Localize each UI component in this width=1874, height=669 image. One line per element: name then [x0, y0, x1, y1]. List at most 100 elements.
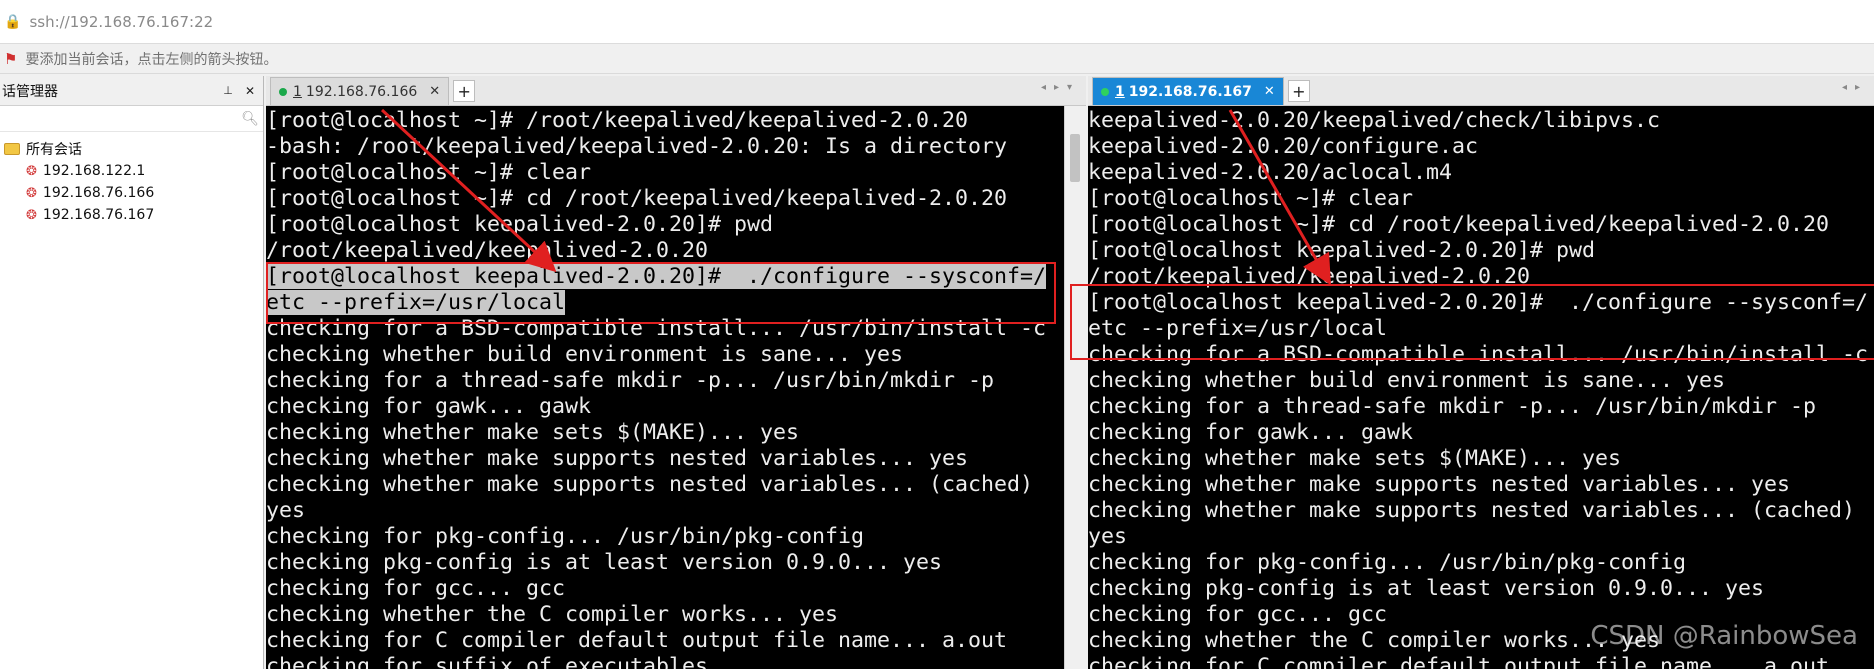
terminal-line: checking whether make supports nested va… — [266, 472, 1064, 498]
session-item-label: 192.168.122.1 — [42, 163, 146, 179]
terminal-line: etc --prefix=/usr/local — [1088, 316, 1874, 342]
terminal-line-text: [root@localhost keepalived-2.0.20]# ./co… — [266, 264, 1047, 289]
terminal-line-text: checking for pkg-config... /usr/bin/pkg-… — [1088, 550, 1687, 575]
terminal-line-text: checking for gcc... gcc — [266, 576, 566, 601]
session-item[interactable]: ❂ 192.168.76.166 — [0, 182, 263, 204]
close-icon[interactable]: ✕ — [1264, 84, 1275, 99]
terminal-line: [root@localhost ~]# clear — [266, 160, 1064, 186]
terminal-line: checking for suffix of executables... — [266, 654, 1064, 669]
session-item[interactable]: ❂ 192.168.122.1 — [0, 160, 263, 182]
search-icon[interactable]: 🔍︎ — [241, 111, 259, 127]
tab-session-166[interactable]: 1 192.168.76.166 ✕ — [270, 77, 450, 105]
terminal-line-text: yes — [266, 498, 306, 523]
terminal-output[interactable]: [root@localhost ~]# /root/keepalived/kee… — [266, 106, 1064, 669]
terminal-line-text: [root@localhost ~]# /root/keepalived/kee… — [266, 108, 969, 133]
right-terminal-pane: 1 192.168.76.167 ✕ + ◂▸ keepalived-2.0.2… — [1070, 76, 1874, 669]
session-manager-title: 话管理器 — [2, 83, 58, 100]
terminal-line-text: checking for a thread-safe mkdir -p... /… — [1088, 394, 1817, 419]
terminal-line: [root@localhost ~]# clear — [1088, 186, 1874, 212]
tab-scroll-arrows[interactable]: ◂▸ — [1842, 82, 1868, 93]
terminal-line-text: checking whether make sets $(MAKE)... ye… — [266, 420, 800, 445]
terminal-line: checking for a BSD-compatible install...… — [266, 316, 1064, 342]
flag-icon[interactable]: ⚑ — [4, 50, 17, 68]
folder-icon — [4, 143, 20, 155]
terminal-line-text: checking whether make supports nested va… — [1088, 498, 1856, 523]
terminal-line-text: checking whether the C compiler works...… — [1088, 628, 1661, 653]
tab-label: 192.168.76.167 — [1128, 83, 1252, 100]
session-item-label: 192.168.76.167 — [42, 207, 155, 223]
terminal-line: [root@localhost keepalived-2.0.20]# pwd — [266, 212, 1064, 238]
hint-bar: ⚑ 要添加当前会话，点击左侧的箭头按钮。 — [0, 44, 1874, 74]
terminal-line: yes — [266, 498, 1064, 524]
terminal-line-text: -bash: /root/keepalived/keepalived-2.0.2… — [266, 134, 1008, 159]
terminal-line: /root/keepalived/keepalived-2.0.20 — [1088, 264, 1874, 290]
tab-session-167[interactable]: 1 192.168.76.167 ✕ — [1092, 77, 1284, 105]
terminal-line: checking for a thread-safe mkdir -p... /… — [266, 368, 1064, 394]
terminal-line: checking for C compiler default output f… — [266, 628, 1064, 654]
session-search[interactable]: 🔍︎ — [0, 106, 263, 132]
lock-icon: 🔒 — [4, 13, 22, 30]
session-tree: 所有会话 ❂ 192.168.122.1 ❂ 192.168.76.166 ❂ … — [0, 132, 263, 226]
terminal-line: checking for pkg-config... /usr/bin/pkg-… — [266, 524, 1064, 550]
left-terminal-pane: 1 192.168.76.166 ✕ + ◂▸▾ [root@localhost… — [266, 76, 1086, 669]
terminal-line-text: [root@localhost ~]# cd /root/keepalived/… — [1088, 212, 1830, 237]
terminal-line-text: checking whether build environment is sa… — [266, 342, 904, 367]
terminal-line-text: keepalived-2.0.20/aclocal.m4 — [1088, 160, 1453, 185]
session-icon: ❂ — [26, 207, 37, 223]
pin-icon[interactable]: ⊥ — [219, 84, 237, 97]
terminal-line: checking pkg-config is at least version … — [1088, 576, 1874, 602]
terminal-output[interactable]: keepalived-2.0.20/keepalived/check/libip… — [1088, 106, 1874, 669]
tab-scroll-arrows[interactable]: ◂▸▾ — [1041, 82, 1080, 93]
hint-text: 要添加当前会话，点击左侧的箭头按钮。 — [25, 51, 278, 68]
terminal-line: [root@localhost ~]# cd /root/keepalived/… — [266, 186, 1064, 212]
close-icon[interactable]: ✕ — [429, 84, 440, 99]
terminal-line: checking whether build environment is sa… — [1088, 368, 1874, 394]
terminal-line: checking whether build environment is sa… — [266, 342, 1064, 368]
terminal-line-text: /root/keepalived/keepalived-2.0.20 — [1088, 264, 1531, 289]
terminal-line: checking for a thread-safe mkdir -p... /… — [1088, 394, 1874, 420]
address-bar[interactable]: 🔒 ssh://192.168.76.167:22 — [0, 0, 1874, 44]
plus-icon[interactable]: + — [1287, 80, 1310, 102]
scrollbar-thumb[interactable] — [1070, 134, 1080, 182]
terminal-line-text: keepalived-2.0.20/configure.ac — [1088, 134, 1479, 159]
scrollbar[interactable] — [1064, 106, 1086, 669]
left-tab-bar: 1 192.168.76.166 ✕ + ◂▸▾ — [266, 76, 1086, 106]
terminal-line: checking for gawk... gawk — [266, 394, 1064, 420]
session-manager-header: 话管理器 ⊥ ✕ — [0, 76, 263, 106]
terminal-line: [root@localhost ~]# cd /root/keepalived/… — [1088, 212, 1874, 238]
terminal-line: -bash: /root/keepalived/keepalived-2.0.2… — [266, 134, 1064, 160]
terminal-line: checking whether make sets $(MAKE)... ye… — [266, 420, 1064, 446]
terminal-line: keepalived-2.0.20/keepalived/check/libip… — [1088, 108, 1874, 134]
tab-number: 1 — [1115, 83, 1125, 100]
terminal-line-text: checking for gawk... gawk — [1088, 420, 1414, 445]
plus-icon[interactable]: + — [453, 80, 476, 102]
terminal-line: checking whether make sets $(MAKE)... ye… — [1088, 446, 1874, 472]
terminal-line-text: checking pkg-config is at least version … — [266, 550, 943, 575]
terminal-line: [root@localhost keepalived-2.0.20]# ./co… — [266, 264, 1064, 290]
tree-root-label: 所有会话 — [26, 142, 82, 158]
terminal-line-text: checking for a BSD-compatible install...… — [266, 316, 1047, 341]
terminal-line-text: checking for a thread-safe mkdir -p... /… — [266, 368, 995, 393]
terminal-line-text: checking for pkg-config... /usr/bin/pkg-… — [266, 524, 865, 549]
terminal-line: checking pkg-config is at least version … — [266, 550, 1064, 576]
terminal-line-text: checking for suffix of executables... — [266, 654, 748, 669]
terminal-line-text: yes — [1088, 524, 1128, 549]
right-tab-bar: 1 192.168.76.167 ✕ + ◂▸ — [1088, 76, 1874, 106]
terminal-line-text: checking for gawk... gawk — [266, 394, 592, 419]
session-item[interactable]: ❂ 192.168.76.167 — [0, 204, 263, 226]
terminal-line: etc --prefix=/usr/local — [266, 290, 1064, 316]
session-icon: ❂ — [26, 163, 37, 179]
address-url[interactable]: ssh://192.168.76.167:22 — [29, 13, 213, 31]
terminal-line-text: checking for C compiler default output f… — [266, 628, 1008, 653]
terminal-line: checking for a BSD-compatible install...… — [1088, 342, 1874, 368]
terminal-line-text: checking for a BSD-compatible install...… — [1088, 342, 1869, 367]
tab-number: 1 — [293, 83, 302, 100]
terminal-line: keepalived-2.0.20/aclocal.m4 — [1088, 160, 1874, 186]
close-icon[interactable]: ✕ — [241, 84, 259, 98]
terminal-line-text: checking whether make supports nested va… — [266, 472, 1034, 497]
tab-label: 192.168.76.166 — [305, 83, 418, 100]
terminal-line-text: checking whether make sets $(MAKE)... ye… — [1088, 446, 1622, 471]
terminal-line: checking whether make supports nested va… — [1088, 498, 1874, 524]
connected-icon — [1101, 87, 1109, 96]
tree-root[interactable]: 所有会话 — [0, 138, 263, 160]
